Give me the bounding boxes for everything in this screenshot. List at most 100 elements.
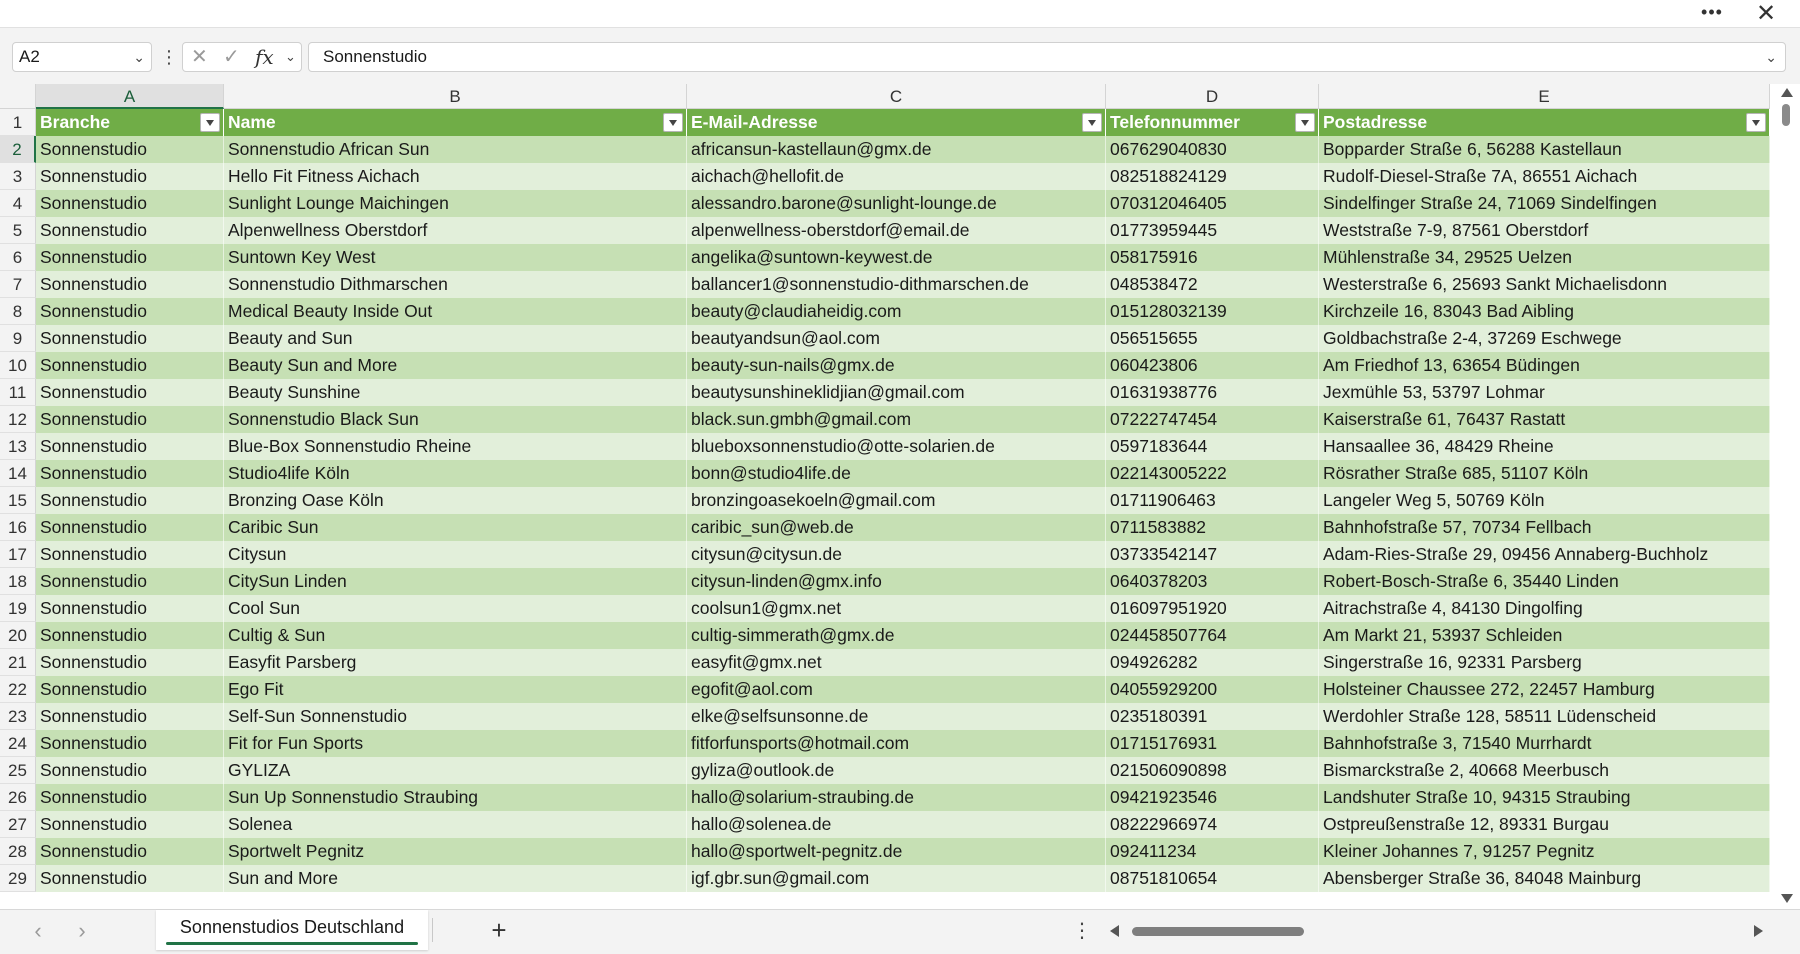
cell-e[interactable]: Weststraße 7-9, 87561 Oberstdorf [1319, 217, 1770, 244]
row-header[interactable]: 10 [0, 352, 36, 379]
cell-a[interactable]: Sonnenstudio [36, 352, 224, 379]
filter-dropdown-icon[interactable] [663, 113, 683, 132]
cell-e[interactable]: Aitrachstraße 4, 84130 Dingolfing [1319, 595, 1770, 622]
cell-b[interactable]: Easyfit Parsberg [224, 649, 687, 676]
cell-d[interactable]: 094926282 [1106, 649, 1319, 676]
insert-function-icon[interactable]: fx [255, 43, 274, 71]
row-header[interactable]: 23 [0, 703, 36, 730]
row-header[interactable]: 7 [0, 271, 36, 298]
cell-b[interactable]: Sunlight Lounge Maichingen [224, 190, 687, 217]
cell-a[interactable]: Sonnenstudio [36, 865, 224, 892]
close-icon[interactable]: ✕ [1752, 2, 1780, 26]
cell-d[interactable]: 04055929200 [1106, 676, 1319, 703]
cell-d[interactable]: 070312046405 [1106, 190, 1319, 217]
cell-d[interactable]: 024458507764 [1106, 622, 1319, 649]
cell-a[interactable]: Sonnenstudio [36, 217, 224, 244]
cell-e[interactable]: Mühlenstraße 34, 29525 Uelzen [1319, 244, 1770, 271]
select-all-corner[interactable] [0, 84, 36, 109]
cell-a[interactable]: Sonnenstudio [36, 649, 224, 676]
cell-d[interactable]: 01715176931 [1106, 730, 1319, 757]
check-icon[interactable]: ✓ [223, 43, 240, 71]
cell-a[interactable]: Sonnenstudio [36, 703, 224, 730]
sheet-tab-sonnenstudios[interactable]: Sonnenstudios Deutschland [156, 910, 428, 950]
cell-d[interactable]: 07222747454 [1106, 406, 1319, 433]
chevron-right-icon[interactable]: › [68, 918, 96, 946]
filter-dropdown-icon[interactable] [1295, 113, 1315, 132]
plus-icon[interactable]: + [484, 916, 514, 946]
cell-d[interactable]: 01631938776 [1106, 379, 1319, 406]
cell-d[interactable]: 01711906463 [1106, 487, 1319, 514]
cell-c[interactable]: gyliza@outlook.de [687, 757, 1106, 784]
cell-e[interactable]: Kleiner Johannes 7, 91257 Pegnitz [1319, 838, 1770, 865]
horizontal-scroll-thumb[interactable] [1132, 927, 1304, 936]
cell-a[interactable]: Sonnenstudio [36, 568, 224, 595]
cell-c[interactable]: elke@selfsunsonne.de [687, 703, 1106, 730]
cell-e[interactable]: Am Markt 21, 53937 Schleiden [1319, 622, 1770, 649]
cell-d[interactable]: 092411234 [1106, 838, 1319, 865]
row-header[interactable]: 25 [0, 757, 36, 784]
filter-dropdown-icon[interactable] [1746, 113, 1766, 132]
cancel-icon[interactable]: ✕ [191, 43, 208, 71]
cell-d[interactable]: 016097951920 [1106, 595, 1319, 622]
formula-input[interactable]: Sonnenstudio ⌄ [308, 42, 1786, 72]
row-header[interactable]: 17 [0, 541, 36, 568]
row-header[interactable]: 19 [0, 595, 36, 622]
scroll-right-icon[interactable] [1754, 925, 1763, 937]
row-header[interactable]: 21 [0, 649, 36, 676]
row-header[interactable]: 27 [0, 811, 36, 838]
cell-a[interactable]: Sonnenstudio [36, 595, 224, 622]
cell-d[interactable]: 08222966974 [1106, 811, 1319, 838]
cell-e[interactable]: Kirchzeile 16, 83043 Bad Aibling [1319, 298, 1770, 325]
cell-a[interactable]: Sonnenstudio [36, 190, 224, 217]
header-cell-a[interactable]: Branche [36, 109, 224, 136]
cell-e[interactable]: Singerstraße 16, 92331 Parsberg [1319, 649, 1770, 676]
cell-e[interactable]: Am Friedhof 13, 63654 Büdingen [1319, 352, 1770, 379]
cell-a[interactable]: Sonnenstudio [36, 541, 224, 568]
spreadsheet-grid[interactable]: A B C D E 1 Branche Name E-Mail-Adresse Tele… [0, 84, 1800, 909]
row-header[interactable]: 28 [0, 838, 36, 865]
chevron-down-icon[interactable]: ⌄ [285, 43, 296, 71]
cell-a[interactable]: Sonnenstudio [36, 514, 224, 541]
cell-e[interactable]: Westerstraße 6, 25693 Sankt Michaelisdon… [1319, 271, 1770, 298]
chevron-left-icon[interactable]: ‹ [24, 918, 52, 946]
cell-c[interactable]: blueboxsonnenstudio@otte-solarien.de [687, 433, 1106, 460]
cell-e[interactable]: Abensberger Straße 36, 84048 Mainburg [1319, 865, 1770, 892]
cell-e[interactable]: Bopparder Straße 6, 56288 Kastellaun [1319, 136, 1770, 163]
cell-d[interactable]: 01773959445 [1106, 217, 1319, 244]
horizontal-scrollbar[interactable] [1108, 920, 1768, 942]
cell-c[interactable]: black.sun.gmbh@gmail.com [687, 406, 1106, 433]
cell-e[interactable]: Langeler Weg 5, 50769 Köln [1319, 487, 1770, 514]
row-header[interactable]: 6 [0, 244, 36, 271]
cell-c[interactable]: aichach@hellofit.de [687, 163, 1106, 190]
row-header[interactable]: 11 [0, 379, 36, 406]
cell-d[interactable]: 060423806 [1106, 352, 1319, 379]
header-cell-b[interactable]: Name [224, 109, 687, 136]
cell-e[interactable]: Bahnhofstraße 3, 71540 Murrhardt [1319, 730, 1770, 757]
filter-dropdown-icon[interactable] [1082, 113, 1102, 132]
cell-d[interactable]: 09421923546 [1106, 784, 1319, 811]
vertical-dots-icon[interactable]: ⋮ [160, 44, 178, 70]
cell-b[interactable]: Beauty Sunshine [224, 379, 687, 406]
row-header[interactable]: 16 [0, 514, 36, 541]
cell-b[interactable]: Sportwelt Pegnitz [224, 838, 687, 865]
cell-d[interactable]: 0711583882 [1106, 514, 1319, 541]
row-header[interactable]: 15 [0, 487, 36, 514]
cell-b[interactable]: Sonnenstudio Black Sun [224, 406, 687, 433]
cell-c[interactable]: alpenwellness-oberstdorf@email.de [687, 217, 1106, 244]
cell-b[interactable]: Sonnenstudio Dithmarschen [224, 271, 687, 298]
cell-e[interactable]: Bismarckstraße 2, 40668 Meerbusch [1319, 757, 1770, 784]
cell-c[interactable]: igf.gbr.sun@gmail.com [687, 865, 1106, 892]
cell-a[interactable]: Sonnenstudio [36, 730, 224, 757]
cell-c[interactable]: bonn@studio4life.de [687, 460, 1106, 487]
cell-c[interactable]: cultig-simmerath@gmx.de [687, 622, 1106, 649]
cell-b[interactable]: Studio4life Köln [224, 460, 687, 487]
cell-c[interactable]: easyfit@gmx.net [687, 649, 1106, 676]
scroll-left-icon[interactable] [1110, 925, 1119, 937]
cell-e[interactable]: Hansaallee 36, 48429 Rheine [1319, 433, 1770, 460]
cell-e[interactable]: Werdohler Straße 128, 58511 Lüdenscheid [1319, 703, 1770, 730]
column-header-a[interactable]: A [36, 84, 224, 109]
cell-c[interactable]: fitforfunsports@hotmail.com [687, 730, 1106, 757]
cell-b[interactable]: Solenea [224, 811, 687, 838]
column-header-b[interactable]: B [224, 84, 687, 109]
cell-a[interactable]: Sonnenstudio [36, 244, 224, 271]
